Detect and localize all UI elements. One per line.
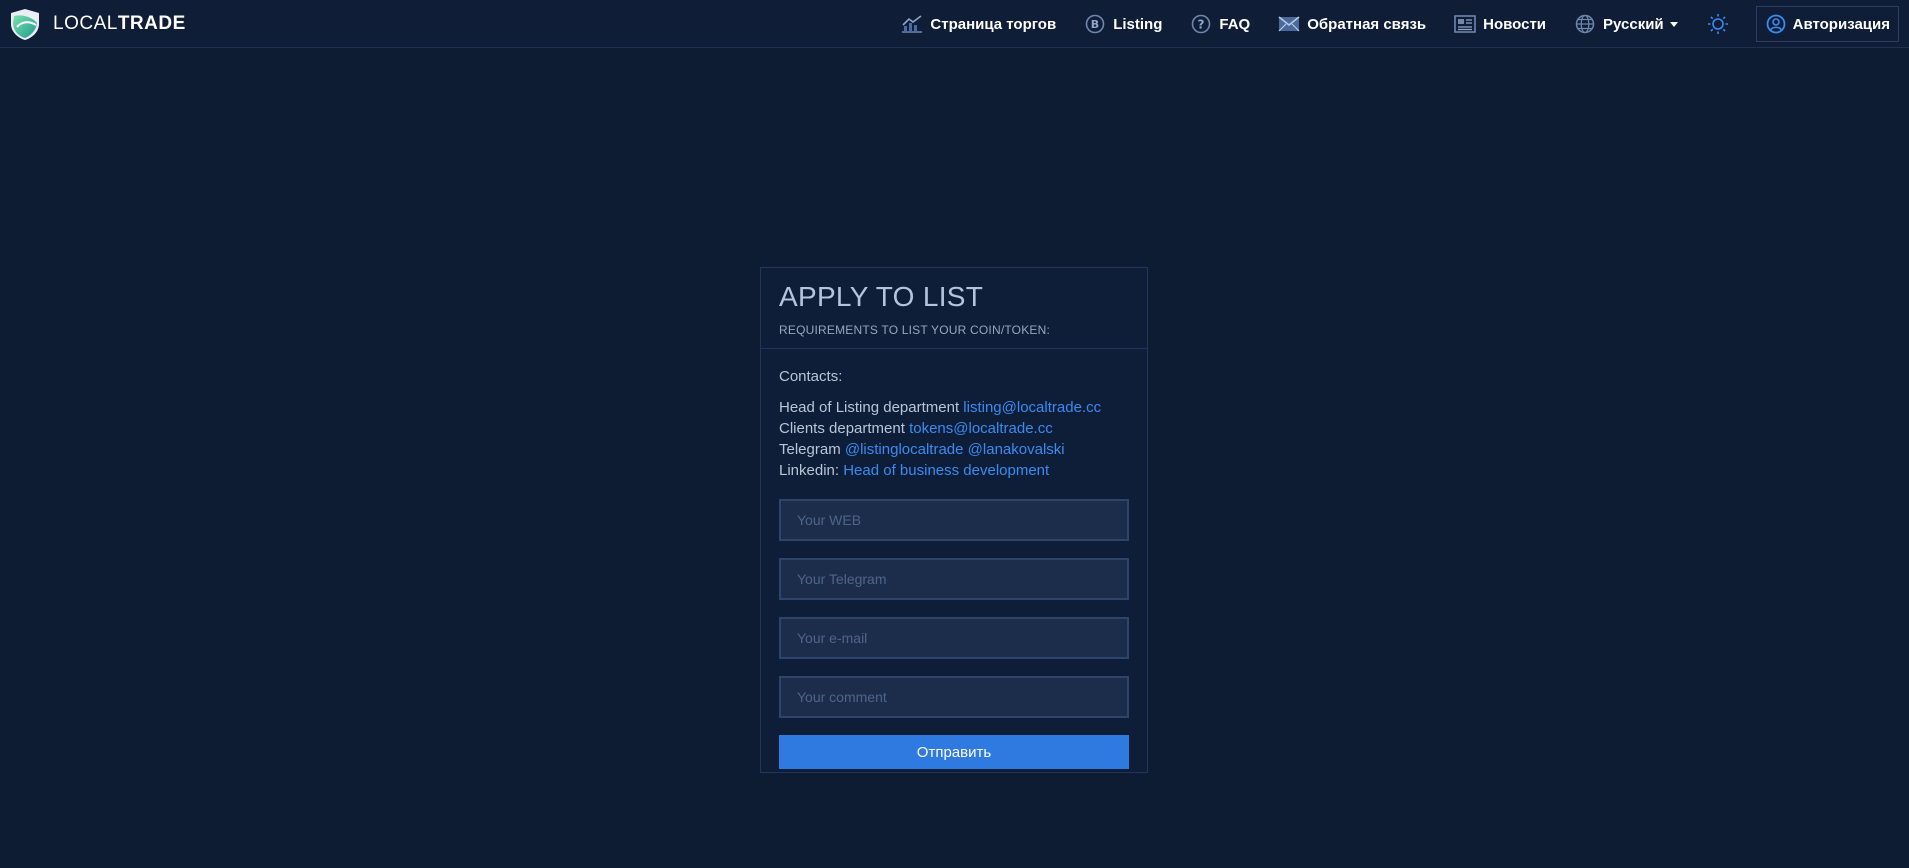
bitcoin-icon: B bbox=[1084, 13, 1106, 35]
telegram-listing-link[interactable]: @listinglocaltrade bbox=[845, 441, 964, 458]
nav-trading-page-label: Страница торгов bbox=[930, 15, 1057, 33]
contact-listing-head: Head of Listing department listing@local… bbox=[779, 397, 1129, 418]
svg-text:B: B bbox=[1091, 18, 1099, 31]
contact-label: Telegram bbox=[779, 441, 841, 458]
chart-icon bbox=[901, 13, 923, 35]
logo[interactable]: LOCALTRADE bbox=[8, 6, 186, 42]
question-icon: ? bbox=[1190, 13, 1212, 35]
user-circle-icon bbox=[1765, 13, 1787, 35]
logo-shield-icon bbox=[11, 9, 39, 40]
card-header: APPLY TO LIST REQUIREMENTS TO LIST YOUR … bbox=[761, 268, 1147, 349]
contact-label: Clients department bbox=[779, 420, 905, 437]
nav-feedback-label: Обратная связь bbox=[1307, 15, 1427, 33]
logo-text: LOCALTRADE bbox=[53, 13, 186, 35]
nav-news-label: Новости bbox=[1483, 15, 1547, 33]
envelope-icon bbox=[1278, 13, 1300, 35]
submit-button[interactable]: Отправить bbox=[779, 735, 1129, 769]
apply-to-list-card: APPLY TO LIST REQUIREMENTS TO LIST YOUR … bbox=[760, 267, 1148, 773]
nav-faq-label: FAQ bbox=[1219, 15, 1251, 33]
card-body: Contacts: Head of Listing department lis… bbox=[761, 349, 1147, 769]
card-subtitle: REQUIREMENTS TO LIST YOUR COIN/TOKEN: bbox=[779, 323, 1051, 337]
nav-news[interactable]: Новости bbox=[1454, 0, 1546, 48]
nav-listing-label: Listing bbox=[1113, 15, 1163, 33]
telegram-lana-link[interactable]: @lanakovalski bbox=[968, 441, 1065, 458]
contact-linkedin: Linkedin: Head of business development bbox=[779, 460, 1129, 481]
svg-text:?: ? bbox=[1198, 18, 1205, 32]
telegram-input[interactable] bbox=[779, 558, 1129, 600]
brand-name-light: LOCAL bbox=[53, 13, 118, 34]
email-input[interactable] bbox=[779, 617, 1129, 659]
login-button[interactable]: Авторизация bbox=[1755, 6, 1899, 42]
contact-clients: Clients department tokens@localtrade.cc bbox=[779, 418, 1129, 439]
newspaper-icon bbox=[1454, 13, 1476, 35]
nav-faq[interactable]: ? FAQ bbox=[1190, 0, 1250, 48]
main-nav: Страница торгов B Listing ? FAQ Обратная… bbox=[901, 0, 1899, 48]
nav-listing[interactable]: B Listing bbox=[1084, 0, 1162, 48]
tokens-email-link[interactable]: tokens@localtrade.cc bbox=[909, 420, 1053, 437]
contacts-heading: Contacts: bbox=[779, 368, 843, 385]
linkedin-link[interactable]: Head of business development bbox=[843, 462, 1049, 479]
nav-trading-page[interactable]: Страница торгов bbox=[901, 0, 1056, 48]
card-title: APPLY TO LIST bbox=[779, 281, 984, 312]
brand-name-bold: TRADE bbox=[117, 13, 186, 34]
comment-input[interactable] bbox=[779, 676, 1129, 718]
contact-label: Linkedin: bbox=[779, 462, 840, 479]
language-selector[interactable]: Русский bbox=[1574, 0, 1678, 48]
contact-label: Head of Listing department bbox=[779, 399, 960, 416]
top-navbar: LOCALTRADE Страница торгов B Listing ? F… bbox=[0, 0, 1909, 48]
listing-email-link[interactable]: listing@localtrade.cc bbox=[963, 399, 1101, 416]
globe-icon bbox=[1574, 13, 1596, 35]
login-label: Авторизация bbox=[1792, 15, 1890, 33]
chevron-down-icon bbox=[1669, 21, 1678, 27]
contact-telegram: Telegram @listinglocaltrade @lanakovalsk… bbox=[779, 439, 1129, 460]
theme-toggle-sun-icon[interactable] bbox=[1706, 12, 1730, 36]
nav-feedback[interactable]: Обратная связь bbox=[1278, 0, 1426, 48]
language-label: Русский bbox=[1603, 15, 1664, 33]
web-input[interactable] bbox=[779, 499, 1129, 541]
